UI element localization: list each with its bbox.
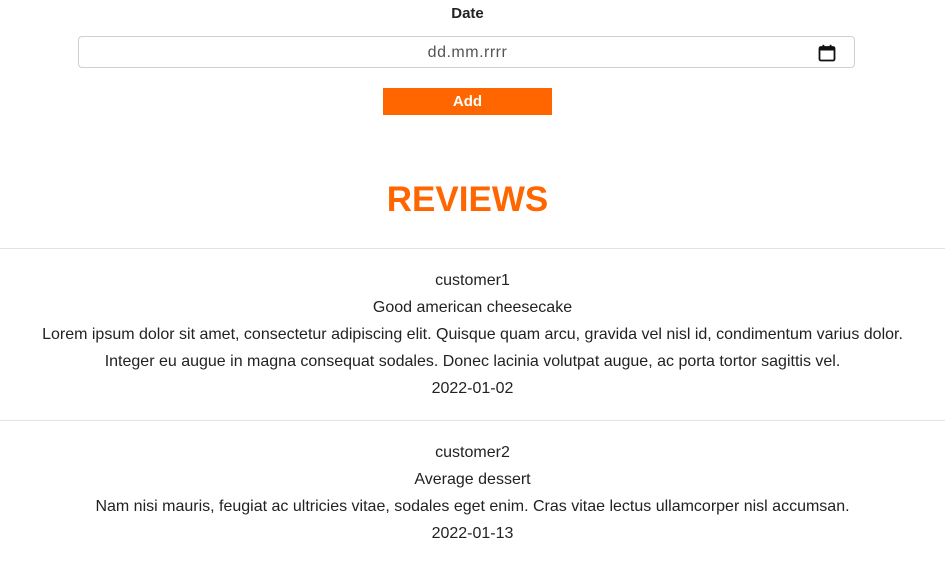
review-date: 2022-01-02 bbox=[431, 380, 514, 397]
review-title: Average dessert bbox=[414, 471, 531, 488]
date-placeholder: dd.mm.rrrr bbox=[427, 44, 508, 61]
review-customer: customer2 bbox=[435, 444, 510, 461]
reviews-heading: REVIEWS bbox=[386, 180, 549, 219]
add-button[interactable]: Add bbox=[383, 88, 552, 115]
review-customer: customer1 bbox=[435, 272, 510, 289]
date-input[interactable]: dd.mm.rrrr bbox=[78, 36, 855, 68]
review-body-line: Integer eu augue in magna consequat soda… bbox=[104, 353, 841, 370]
page: Date dd.mm.rrrr Add REVIEWS customer1 Go… bbox=[0, 0, 945, 562]
date-label: Date bbox=[451, 5, 484, 22]
review-body-line: Nam nisi mauris, feugiat ac ultricies vi… bbox=[95, 498, 850, 515]
calendar-icon[interactable] bbox=[818, 44, 836, 62]
review-body-line: Lorem ipsum dolor sit amet, consectetur … bbox=[42, 326, 903, 343]
review-item: customer2 Average dessert Nam nisi mauri… bbox=[0, 420, 945, 547]
review-date: 2022-01-13 bbox=[431, 525, 514, 542]
review-item: customer1 Good american cheesecake Lorem… bbox=[0, 248, 945, 402]
review-title: Good american cheesecake bbox=[372, 299, 573, 316]
